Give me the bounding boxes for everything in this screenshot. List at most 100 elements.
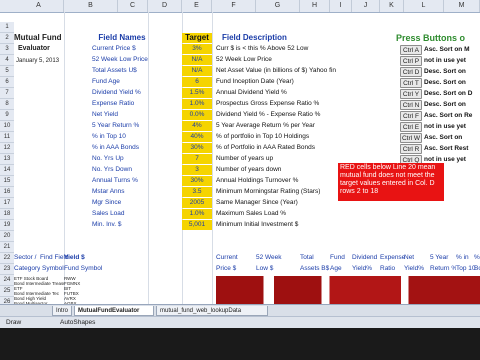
- row-number[interactable]: 6: [0, 77, 14, 88]
- row-number[interactable]: 13: [0, 154, 14, 165]
- column-label-low: Low $: [256, 265, 274, 272]
- status-bar: [0, 328, 480, 360]
- autoshapes-menu[interactable]: AutoShapes: [60, 318, 95, 328]
- sort-button-description: not in use yet: [424, 57, 466, 64]
- tab-intro[interactable]: Intro: [52, 306, 72, 316]
- column-label-week52: 52 Week: [256, 254, 282, 261]
- field-target-value[interactable]: 7: [182, 154, 212, 164]
- row-number[interactable]: 5: [0, 66, 14, 77]
- field-target-value[interactable]: 30%: [182, 176, 212, 186]
- column-label-total: Total: [300, 254, 314, 261]
- field-description: Fund Inception Date (Year): [216, 78, 294, 85]
- field-target-value[interactable]: 0.0%: [182, 110, 212, 120]
- sort-button-description: Desc. Sort on D: [424, 90, 473, 97]
- sort-shortcut-button[interactable]: Ctrl F: [400, 111, 422, 121]
- column-header[interactable]: F: [212, 0, 256, 12]
- row-number[interactable]: 20: [0, 231, 14, 242]
- column-header[interactable]: I: [330, 0, 352, 12]
- field-description: Net Asset Value (in billions of $) Yahoo…: [216, 67, 336, 74]
- field-target-value[interactable]: 3: [182, 165, 212, 175]
- sort-shortcut-button[interactable]: Ctrl A: [400, 45, 422, 55]
- field-target-value[interactable]: 6: [182, 77, 212, 87]
- field-target-value[interactable]: 1.0%: [182, 209, 212, 219]
- row-number[interactable]: 25: [0, 286, 14, 297]
- row-number[interactable]: 22: [0, 253, 14, 264]
- field-description: Minimum Morningstar Rating (Stars): [216, 188, 321, 195]
- sort-button-description: Desc. Sort on: [424, 101, 466, 108]
- row-number[interactable]: 9: [0, 110, 14, 121]
- field-target-value[interactable]: 1.5%: [182, 88, 212, 98]
- row-number[interactable]: 21: [0, 242, 14, 253]
- row-number[interactable]: 10: [0, 121, 14, 132]
- field-target-value[interactable]: 4%: [182, 121, 212, 131]
- tab-mutual-fund-evaluator[interactable]: MutualFundEvaluator: [74, 306, 154, 316]
- row-number[interactable]: 19: [0, 220, 14, 231]
- column-header[interactable]: B: [64, 0, 118, 12]
- title-date: January 5, 2013: [16, 58, 60, 64]
- tab-lookup-data[interactable]: mutual_fund_web_lookupData: [156, 306, 268, 316]
- column-label-ratio: Ratio: [380, 265, 396, 272]
- field-target-value[interactable]: 40%: [182, 132, 212, 142]
- column-header[interactable]: M: [444, 0, 480, 12]
- field-name: % in Top 10: [92, 133, 126, 140]
- column-header[interactable]: G: [256, 0, 300, 12]
- column-header[interactable]: L: [404, 0, 444, 12]
- field-target-value[interactable]: 30%: [182, 143, 212, 153]
- column-label-yield: Yield%: [352, 265, 372, 272]
- row-number[interactable]: 11: [0, 132, 14, 143]
- field-target-value[interactable]: 3%: [182, 44, 212, 54]
- row-number[interactable]: 12: [0, 143, 14, 154]
- sort-button-description: Asc. Sort Rest: [424, 145, 469, 152]
- field-target-value[interactable]: 1.0%: [182, 99, 212, 109]
- field-name: Total Assets U$: [92, 67, 137, 74]
- field-description: Number of years down: [216, 166, 282, 173]
- column-header[interactable]: K: [380, 0, 404, 12]
- row-number[interactable]: 7: [0, 88, 14, 99]
- row-number[interactable]: 23: [0, 264, 14, 275]
- draw-menu[interactable]: Draw: [6, 318, 21, 328]
- row-number[interactable]: 1: [0, 22, 14, 33]
- column-label-price: Price $: [216, 265, 237, 272]
- sort-shortcut-button[interactable]: Ctrl D: [400, 67, 422, 77]
- field-name: Mstar Anns: [92, 188, 125, 195]
- column-header[interactable]: C: [118, 0, 148, 12]
- row-number[interactable]: 15: [0, 176, 14, 187]
- row-number[interactable]: 14: [0, 165, 14, 176]
- field-target-value[interactable]: 3.5: [182, 187, 212, 197]
- sort-shortcut-button[interactable]: Ctrl P: [400, 56, 422, 66]
- row-number[interactable]: 18: [0, 209, 14, 220]
- row-number[interactable]: 17: [0, 198, 14, 209]
- column-header[interactable]: A: [14, 0, 64, 12]
- sort-button-description: Desc. Sort on: [424, 68, 466, 75]
- field-name: Annual Turns %: [92, 177, 138, 184]
- row-number[interactable]: 24: [0, 275, 14, 286]
- column-label-fund_symbol: Fund Symbol: [64, 265, 103, 272]
- field-description: Minimum Initial Investment $: [216, 221, 299, 228]
- field-names-header: Field Names: [98, 33, 146, 42]
- field-name: Current Price $: [92, 45, 136, 52]
- column-header[interactable]: J: [352, 0, 380, 12]
- column-label-bonds: Bonds: [474, 265, 480, 272]
- row-number[interactable]: 16: [0, 187, 14, 198]
- field-target-value[interactable]: N/A: [182, 66, 212, 76]
- field-name: Mgr Since: [92, 199, 122, 206]
- column-label-assets: Assets B$: [300, 265, 330, 272]
- row-number[interactable]: 4: [0, 55, 14, 66]
- sort-shortcut-button[interactable]: Ctrl N: [400, 100, 422, 110]
- press-buttons-header: Press Buttons o: [396, 33, 466, 43]
- field-target-value[interactable]: 5,001: [182, 220, 212, 230]
- sort-shortcut-button[interactable]: Ctrl E: [400, 122, 422, 132]
- sort-shortcut-button[interactable]: Ctrl R: [400, 144, 422, 154]
- field-target-value[interactable]: N/A: [182, 55, 212, 65]
- sort-shortcut-button[interactable]: Ctrl Y: [400, 89, 422, 99]
- column-header[interactable]: E: [182, 0, 212, 12]
- row-number[interactable]: 8: [0, 99, 14, 110]
- column-header[interactable]: D: [148, 0, 182, 12]
- field-description: Maximum Sales Load %: [216, 210, 287, 217]
- row-number[interactable]: 2: [0, 33, 14, 44]
- row-number[interactable]: 3: [0, 44, 14, 55]
- field-target-value[interactable]: 2005: [182, 198, 212, 208]
- column-header[interactable]: H: [300, 0, 330, 12]
- sort-shortcut-button[interactable]: Ctrl W: [400, 133, 422, 143]
- sort-shortcut-button[interactable]: Ctrl T: [400, 78, 422, 88]
